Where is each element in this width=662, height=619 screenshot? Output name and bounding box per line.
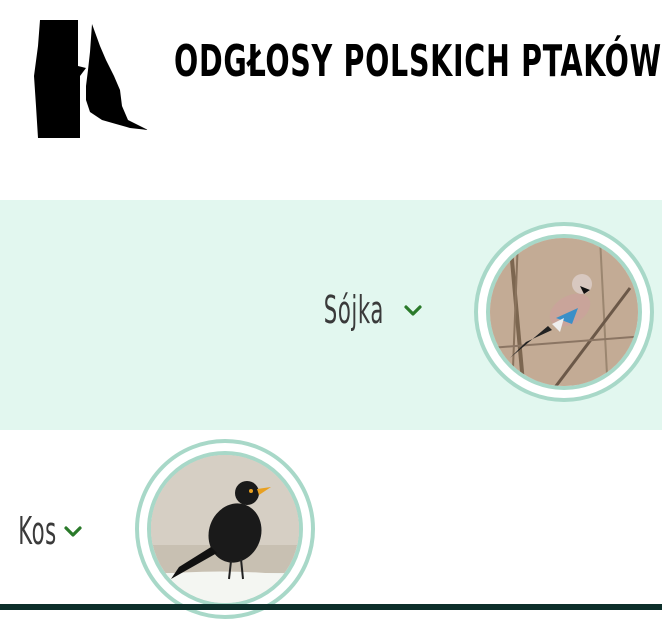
nuthatch-silhouette-icon: [34, 20, 148, 138]
blackbird-photo[interactable]: [147, 451, 303, 607]
site-title: ODGŁOSY POLSKICH PTAKÓW: [174, 36, 662, 87]
jay-photo[interactable]: [486, 234, 642, 390]
chevron-down-icon[interactable]: [402, 299, 424, 321]
bird-item-sojka[interactable]: Sójka: [262, 288, 424, 332]
bird-name[interactable]: Kos: [18, 509, 56, 553]
site-header: ODGŁOSY POLSKICH PTAKÓW: [0, 0, 662, 200]
bird-item-kos[interactable]: Kos: [0, 509, 84, 553]
bird-name[interactable]: Sójka: [308, 288, 384, 332]
footer-strip: [0, 604, 662, 610]
section-divider: [0, 408, 662, 418]
chevron-down-icon[interactable]: [62, 520, 84, 542]
